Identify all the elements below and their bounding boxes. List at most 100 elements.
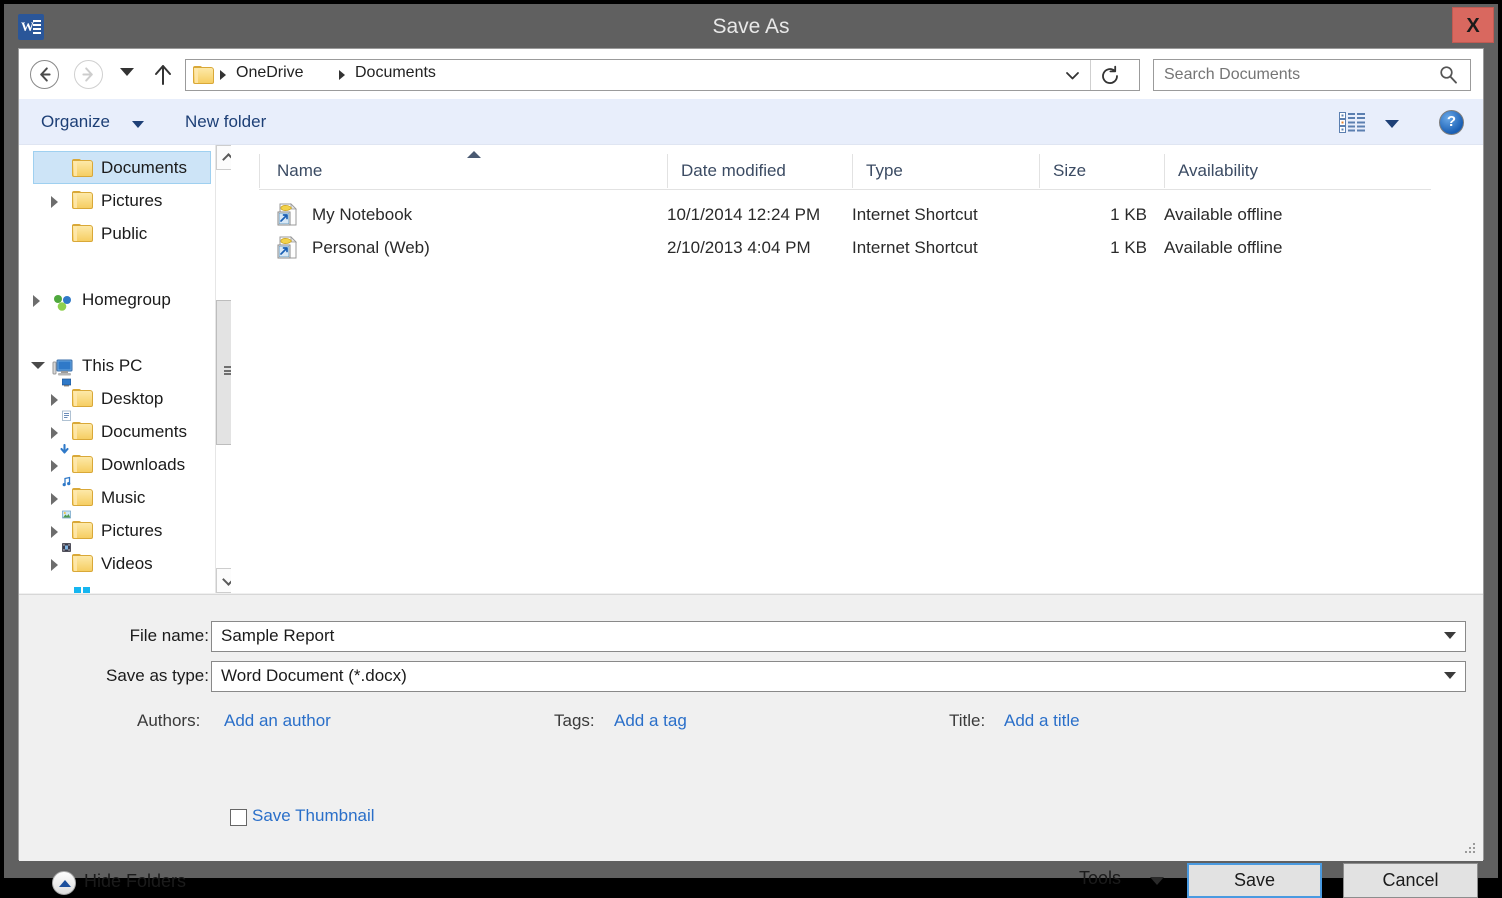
help-icon[interactable]: ? (1439, 110, 1464, 135)
file-name-value: Sample Report (221, 626, 334, 646)
chevron-right-icon[interactable] (51, 394, 58, 406)
folder-icon (193, 66, 213, 84)
sidebar-item-this-pc[interactable]: This PC (19, 349, 231, 382)
save-as-type-select[interactable]: Word Document (*.docx) (211, 661, 1466, 692)
organize-button[interactable]: Organize (41, 112, 110, 132)
sidebar-item-label: Downloads (101, 448, 185, 481)
sidebar-item-label: Desktop (101, 382, 163, 415)
sidebar-item-label: This PC (82, 349, 142, 382)
internet-shortcut-icon (276, 236, 299, 259)
chevron-down-icon[interactable] (1064, 69, 1081, 82)
list-view-icon[interactable] (1339, 112, 1365, 133)
scroll-down-button[interactable] (216, 568, 231, 593)
save-button[interactable]: Save (1187, 863, 1322, 898)
sidebar-item-documents-pc[interactable]: Documents (19, 415, 231, 448)
refresh-icon[interactable] (1099, 65, 1121, 87)
sidebar-item-pictures-onedrive[interactable]: Pictures (19, 184, 231, 217)
sidebar-item-label: Pictures (101, 184, 162, 217)
chevron-right-icon[interactable] (51, 460, 58, 472)
add-tag-link[interactable]: Add a tag (614, 711, 687, 731)
file-name: My Notebook (312, 198, 412, 231)
column-header-availability[interactable]: Availability (1164, 154, 1431, 188)
hide-folders-button[interactable] (52, 871, 76, 895)
sidebar-item-music[interactable]: Music (19, 481, 231, 514)
chevron-right-icon[interactable] (51, 559, 58, 571)
chevron-down-icon[interactable] (31, 362, 45, 375)
add-title-link[interactable]: Add a title (1004, 711, 1080, 731)
sidebar-item-homegroup[interactable]: Homegroup (19, 283, 231, 316)
title-bar: W Save As X (4, 4, 1498, 50)
column-header-name[interactable]: Name (259, 154, 667, 188)
file-size: 1 KB (1039, 231, 1147, 264)
file-date-modified: 10/1/2014 12:24 PM (667, 198, 820, 231)
column-header-size[interactable]: Size (1039, 154, 1164, 188)
sidebar-item-label: Public (101, 217, 147, 250)
back-button[interactable] (30, 60, 59, 89)
scrollbar-thumb[interactable] (216, 300, 231, 445)
resize-grip-icon[interactable] (1463, 841, 1477, 855)
cancel-button[interactable]: Cancel (1343, 863, 1478, 898)
file-availability: Available offline (1164, 198, 1282, 231)
chevron-right-icon[interactable] (51, 526, 58, 538)
search-input[interactable] (1164, 65, 1429, 85)
forward-button[interactable] (74, 60, 103, 89)
file-availability: Available offline (1164, 231, 1282, 264)
pictures-folder-icon (72, 521, 93, 540)
save-as-type-value: Word Document (*.docx) (221, 666, 407, 686)
screen-frame: W Save As X (0, 0, 1502, 882)
caret-down-icon[interactable] (1385, 120, 1399, 128)
sidebar-item-desktop[interactable]: Desktop (19, 382, 231, 415)
column-header-type[interactable]: Type (852, 154, 1039, 188)
recent-locations-button[interactable] (120, 68, 134, 76)
grip-icon (224, 366, 231, 375)
homegroup-icon (52, 290, 73, 309)
tools-button[interactable]: Tools (1079, 868, 1121, 889)
folder-icon (72, 191, 93, 210)
caret-down-icon[interactable] (132, 121, 144, 128)
file-size: 1 KB (1039, 198, 1147, 231)
window-title: Save As (4, 4, 1498, 50)
column-header-date-modified[interactable]: Date modified (667, 154, 852, 188)
computer-icon (52, 356, 73, 375)
navpane-scrollbar[interactable] (215, 145, 231, 593)
navigation-bar: OneDrive Documents (19, 49, 1483, 99)
breadcrumb-item-onedrive[interactable]: OneDrive (236, 64, 304, 82)
chevron-up-icon (222, 153, 231, 166)
file-type: Internet Shortcut (852, 231, 978, 264)
file-name-input[interactable]: Sample Report (211, 621, 1466, 652)
table-row[interactable]: My Notebook 10/1/2014 12:24 PM Internet … (259, 198, 1431, 231)
breadcrumb-separator (339, 70, 345, 80)
save-as-dialog: OneDrive Documents (18, 48, 1484, 860)
breadcrumb-item-documents[interactable]: Documents (355, 64, 436, 82)
close-button[interactable]: X (1452, 7, 1494, 43)
address-bar[interactable]: OneDrive Documents (185, 59, 1140, 91)
navigation-pane: Documents Pictures Public (19, 145, 231, 593)
downloads-folder-icon (72, 455, 93, 474)
sidebar-item-label: Videos (101, 547, 153, 580)
up-arrow-icon (151, 62, 175, 88)
search-box[interactable] (1153, 59, 1471, 91)
up-button[interactable] (151, 62, 175, 88)
sidebar-item-videos[interactable]: Videos (19, 547, 231, 580)
sidebar-item-documents-onedrive[interactable]: Documents (33, 151, 211, 184)
title-label: Title: (949, 711, 985, 731)
address-divider (1090, 60, 1091, 90)
chevron-right-icon[interactable] (51, 196, 58, 208)
caret-down-icon[interactable] (1150, 877, 1164, 885)
caret-down-icon[interactable] (1444, 672, 1456, 679)
chevron-right-icon[interactable] (51, 493, 58, 505)
chevron-right-icon[interactable] (51, 427, 58, 439)
search-icon[interactable] (1438, 65, 1458, 85)
table-row[interactable]: Personal (Web) 2/10/2013 4:04 PM Interne… (259, 231, 1431, 264)
sidebar-item-public[interactable]: Public (19, 217, 231, 250)
scroll-up-button[interactable] (216, 145, 231, 170)
sidebar-item-downloads[interactable]: Downloads (19, 448, 231, 481)
save-thumbnail-checkbox[interactable] (230, 809, 247, 826)
new-folder-button[interactable]: New folder (185, 112, 266, 132)
add-author-link[interactable]: Add an author (224, 711, 331, 731)
save-thumbnail-label[interactable]: Save Thumbnail (252, 806, 375, 826)
caret-down-icon[interactable] (1444, 632, 1456, 639)
chevron-right-icon[interactable] (33, 295, 40, 307)
sidebar-item-pictures-pc[interactable]: Pictures (19, 514, 231, 547)
sidebar-item-partial[interactable] (19, 580, 231, 593)
